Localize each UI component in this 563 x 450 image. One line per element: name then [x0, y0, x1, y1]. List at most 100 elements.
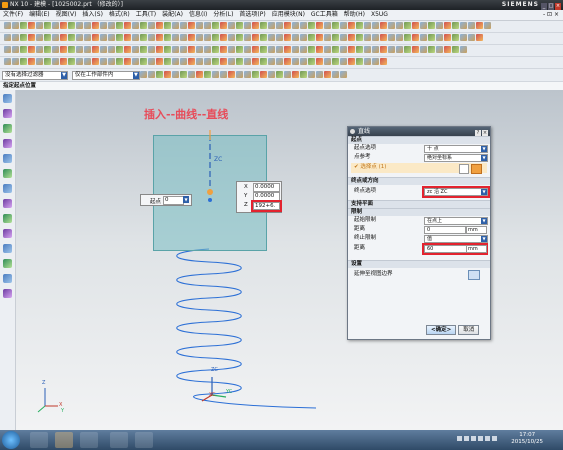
snap-icon[interactable] — [276, 71, 283, 78]
tool-icon[interactable] — [292, 46, 299, 53]
tool-icon[interactable] — [476, 34, 483, 41]
tool-icon[interactable] — [300, 22, 307, 29]
tool-icon[interactable] — [364, 22, 371, 29]
tool-icon[interactable] — [316, 58, 323, 65]
tool-icon[interactable] — [292, 22, 299, 29]
tool-icon[interactable] — [308, 22, 315, 29]
tool-icon[interactable] — [20, 46, 27, 53]
ok-button[interactable]: <确定> — [426, 325, 457, 335]
tool-icon[interactable] — [92, 46, 99, 53]
tool-icon[interactable] — [108, 58, 115, 65]
tool-icon[interactable] — [388, 22, 395, 29]
tool-icon[interactable] — [172, 34, 179, 41]
tool-icon[interactable] — [444, 34, 451, 41]
snap-icon[interactable] — [140, 71, 147, 78]
tool-icon[interactable] — [268, 34, 275, 41]
tool-icon[interactable] — [4, 46, 11, 53]
tool-icon[interactable] — [340, 22, 347, 29]
snap-icon[interactable] — [228, 71, 235, 78]
section-settings[interactable]: 设置 — [348, 260, 490, 268]
tool-icon[interactable] — [172, 46, 179, 53]
tool-icon[interactable] — [284, 46, 291, 53]
taskbar-app-sogou[interactable] — [30, 432, 48, 448]
tool-icon[interactable] — [436, 34, 443, 41]
tool-icon[interactable] — [412, 34, 419, 41]
menu-format[interactable]: 格式(R) — [106, 10, 133, 20]
tool-icon[interactable] — [380, 34, 387, 41]
tool-icon[interactable] — [276, 58, 283, 65]
menu-application[interactable]: 应用模块(N) — [269, 10, 308, 20]
tool-icon[interactable] — [44, 22, 51, 29]
tool-icon[interactable] — [132, 22, 139, 29]
distance1-unit[interactable]: mm — [466, 226, 487, 234]
tool-icon[interactable] — [172, 58, 179, 65]
ugs-icon[interactable] — [3, 289, 12, 298]
selection-filter-dropdown[interactable]: 没有选择过滤器 ▼ — [2, 71, 68, 80]
tool-icon[interactable] — [220, 22, 227, 29]
tool-icon[interactable] — [60, 34, 67, 41]
dialog-titlebar[interactable]: 直线 ? × — [348, 127, 490, 136]
tool-icon[interactable] — [244, 34, 251, 41]
tool-icon[interactable] — [316, 22, 323, 29]
tool-icon[interactable] — [356, 58, 363, 65]
taskbar-app-explorer[interactable] — [80, 432, 98, 448]
tool-icon[interactable] — [76, 46, 83, 53]
tool-icon[interactable] — [196, 22, 203, 29]
tool-icon[interactable] — [108, 34, 115, 41]
snap-icon[interactable] — [324, 71, 331, 78]
tool-icon[interactable] — [260, 58, 267, 65]
tool-icon[interactable] — [148, 34, 155, 41]
reuse-library-icon[interactable] — [3, 139, 12, 148]
tool-icon[interactable] — [132, 34, 139, 41]
select-point-row[interactable]: ✔ 选择点 (1) — [351, 163, 487, 174]
tool-icon[interactable] — [28, 46, 35, 53]
distance2-unit[interactable]: mm — [466, 245, 487, 253]
tool-icon[interactable] — [204, 58, 211, 65]
tool-icon[interactable] — [84, 34, 91, 41]
tool-icon[interactable] — [188, 22, 195, 29]
tool-icon[interactable] — [60, 46, 67, 53]
menu-tools[interactable]: 工具(T) — [133, 10, 159, 20]
close-button[interactable]: × — [555, 3, 561, 10]
tray-icon[interactable] — [492, 436, 497, 441]
training-icon[interactable] — [3, 274, 12, 283]
tool-icon[interactable] — [164, 22, 171, 29]
tool-icon[interactable] — [164, 46, 171, 53]
tool-icon[interactable] — [52, 34, 59, 41]
tool-icon[interactable] — [196, 58, 203, 65]
start-button[interactable] — [2, 431, 20, 449]
end-limit-dropdown[interactable]: 值 ▼ — [424, 235, 488, 243]
tool-icon[interactable] — [180, 46, 187, 53]
tool-icon[interactable] — [36, 34, 43, 41]
tool-icon[interactable] — [380, 46, 387, 53]
tool-icon[interactable] — [44, 58, 51, 65]
taskbar-app-nx[interactable] — [55, 432, 73, 448]
menu-edit[interactable]: 编辑(E) — [26, 10, 52, 20]
tool-icon[interactable] — [236, 22, 243, 29]
tool-icon[interactable] — [4, 34, 11, 41]
tool-icon[interactable] — [156, 46, 163, 53]
tool-icon[interactable] — [100, 22, 107, 29]
snap-icon[interactable] — [220, 71, 227, 78]
tray-icon[interactable] — [471, 436, 476, 441]
tool-icon[interactable] — [76, 58, 83, 65]
tool-icon[interactable] — [124, 46, 131, 53]
tool-icon[interactable] — [364, 34, 371, 41]
constraint-navigator-icon[interactable] — [3, 124, 12, 133]
tool-icon[interactable] — [52, 46, 59, 53]
menu-x5ug[interactable]: X5UG — [368, 10, 391, 20]
tool-icon[interactable] — [60, 22, 67, 29]
tool-icon[interactable] — [244, 58, 251, 65]
tool-icon[interactable] — [124, 34, 131, 41]
tool-icon[interactable] — [300, 46, 307, 53]
tool-icon[interactable] — [84, 58, 91, 65]
tool-icon[interactable] — [340, 34, 347, 41]
menu-analysis[interactable]: 分析(L) — [210, 10, 236, 20]
menu-view[interactable]: 视图(V) — [53, 10, 80, 20]
clock[interactable]: 17:07 2015/10/25 — [511, 432, 543, 446]
tool-icon[interactable] — [348, 34, 355, 41]
tool-icon[interactable] — [116, 22, 123, 29]
tool-icon[interactable] — [84, 22, 91, 29]
snap-icon[interactable] — [308, 71, 315, 78]
tool-icon[interactable] — [12, 46, 19, 53]
